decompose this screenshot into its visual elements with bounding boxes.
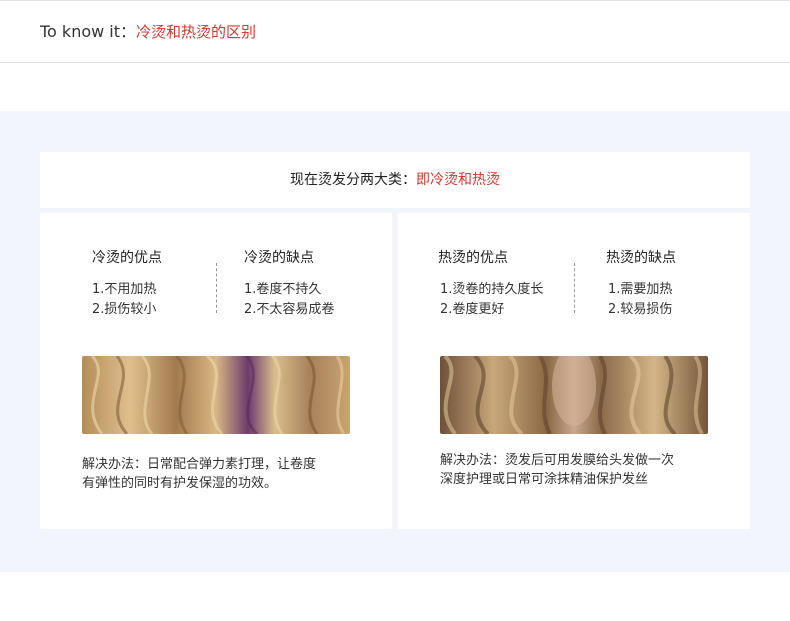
- cold-perm-hair-image: [82, 356, 350, 434]
- hot-perm-hair-image: [440, 356, 708, 434]
- cold-solution: 解决办法：日常配合弹力素打理，让卷度 有弹性的同时有护发保湿的功效。: [82, 455, 382, 493]
- column-divider: [216, 263, 217, 313]
- title-topic: 冷烫和热烫的区别: [136, 23, 257, 41]
- hot-pros-item: 2.卷度更好: [440, 302, 505, 317]
- column-divider: [574, 263, 575, 313]
- cold-cons-title: 冷烫的缺点: [244, 250, 314, 266]
- cold-pros-item: 2.损伤较小: [92, 302, 157, 317]
- cold-cons-item: 2.不太容易成卷: [244, 302, 335, 317]
- hot-solution-line: 解决办法：烫发后可用发膜给头发做一次: [440, 453, 675, 468]
- hot-pros-item: 1.烫卷的持久度长: [440, 282, 544, 297]
- page-footer-space: [0, 572, 790, 621]
- hot-pros-title: 热烫的优点: [438, 250, 508, 266]
- hot-cons-item: 2.较易损伤: [608, 302, 673, 317]
- intro-card: 现在烫发分两大类：即冷烫和热烫: [40, 152, 750, 208]
- cold-perm-card: 冷烫的优点 1.不用加热 2.损伤较小 冷烫的缺点 1.卷度不持久 2.不太容易…: [40, 213, 392, 529]
- hot-solution-line: 深度护理或日常可涂抹精油保护发丝: [440, 472, 649, 487]
- hot-cons-title: 热烫的缺点: [606, 250, 676, 266]
- hot-perm-card: 热烫的优点 1.烫卷的持久度长 2.卷度更好 热烫的缺点 1.需要加热 2.较易…: [398, 213, 750, 529]
- hot-cons-item: 1.需要加热: [608, 282, 673, 297]
- cold-pros-title: 冷烫的优点: [92, 250, 162, 266]
- intro-text: 现在烫发分两大类：即冷烫和热烫: [40, 170, 750, 190]
- intro-highlight: 即冷烫和热烫: [416, 172, 500, 188]
- hot-solution: 解决办法：烫发后可用发膜给头发做一次 深度护理或日常可涂抹精油保护发丝: [440, 451, 745, 489]
- title-prefix: To know it：: [40, 22, 137, 41]
- cold-pros-item: 1.不用加热: [92, 282, 157, 297]
- cold-cons-item: 1.卷度不持久: [244, 282, 322, 297]
- page-title: To know it：冷烫和热烫的区别: [40, 21, 256, 43]
- header: To know it：冷烫和热烫的区别: [0, 1, 790, 63]
- cold-solution-line: 有弹性的同时有护发保湿的功效。: [82, 476, 278, 491]
- cold-solution-line: 解决办法：日常配合弹力素打理，让卷度: [82, 457, 317, 472]
- intro-label: 现在烫发分两大类：: [290, 172, 416, 188]
